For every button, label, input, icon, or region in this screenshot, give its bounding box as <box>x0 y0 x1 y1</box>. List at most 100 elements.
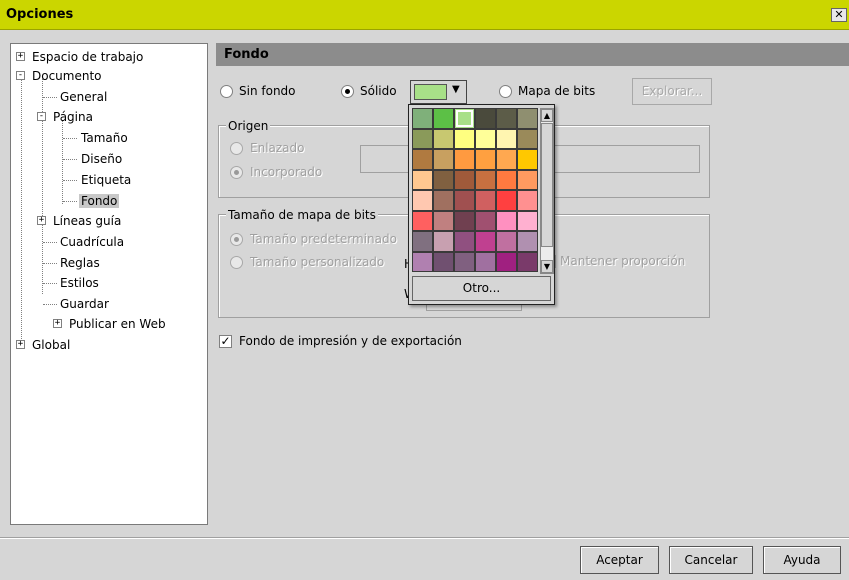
color-swatch-cell[interactable] <box>412 190 433 211</box>
color-swatch-cell[interactable] <box>433 190 454 211</box>
tree-item-documento[interactable]: - Documento <box>16 67 104 85</box>
tree-item-pagina[interactable]: - Página <box>37 108 95 126</box>
tree-item-cuadricula[interactable]: Cuadrícula <box>58 233 126 251</box>
tamano-personalizado-radio[interactable] <box>230 256 243 269</box>
color-swatch-cell[interactable] <box>517 231 538 252</box>
enlazado-radio[interactable] <box>230 142 243 155</box>
expand-icon[interactable]: + <box>53 319 62 328</box>
color-picker-button[interactable]: ▼ <box>410 80 467 104</box>
color-swatch-cell[interactable] <box>412 251 433 272</box>
color-swatch-cell[interactable] <box>475 149 496 170</box>
tree-connector <box>43 242 57 243</box>
color-swatch-cell[interactable] <box>496 190 517 211</box>
color-swatch-cell[interactable] <box>517 149 538 170</box>
tree-item-espacio-de-trabajo[interactable]: + Espacio de trabajo <box>16 48 145 66</box>
color-swatch-cell[interactable] <box>454 251 475 272</box>
fondo-impresion-checkbox[interactable]: ✓ <box>219 335 232 348</box>
color-grid <box>412 108 542 274</box>
palette-scrollbar[interactable]: ▲ ▼ <box>540 108 554 274</box>
color-swatch-cell[interactable] <box>412 149 433 170</box>
color-swatch-cell[interactable] <box>496 210 517 231</box>
color-swatch-cell[interactable] <box>475 169 496 190</box>
collapse-icon[interactable]: - <box>37 112 46 121</box>
tree-item-reglas[interactable]: Reglas <box>58 254 102 272</box>
color-swatch-cell[interactable] <box>433 251 454 272</box>
fondo-impresion-label: Fondo de impresión y de exportación <box>239 334 462 348</box>
color-swatch-cell[interactable] <box>517 190 538 211</box>
aceptar-button[interactable]: Aceptar <box>580 546 659 574</box>
color-swatch-cell[interactable] <box>412 108 433 129</box>
explorar-button[interactable]: Explorar... <box>632 78 712 105</box>
tree-item-lineas-guia[interactable]: + Líneas guía <box>37 212 123 230</box>
color-swatch-cell[interactable] <box>517 108 538 129</box>
tree-item-label: Espacio de trabajo <box>32 50 144 64</box>
mapa-de-bits-radio[interactable] <box>499 85 512 98</box>
tree-item-estilos[interactable]: Estilos <box>58 274 101 292</box>
color-swatch-cell[interactable] <box>475 108 496 129</box>
color-swatch-cell[interactable] <box>496 231 517 252</box>
color-swatch-cell[interactable] <box>433 231 454 252</box>
color-swatch-cell[interactable] <box>454 210 475 231</box>
color-swatch-cell[interactable] <box>496 169 517 190</box>
color-swatch-cell[interactable] <box>475 231 496 252</box>
scroll-thumb[interactable] <box>541 123 553 247</box>
color-swatch-cell[interactable] <box>475 210 496 231</box>
color-swatch-cell[interactable] <box>433 169 454 190</box>
color-swatch-cell[interactable] <box>496 128 517 149</box>
section-header: Fondo <box>216 43 849 66</box>
tree-connector <box>62 120 63 204</box>
cancelar-button[interactable]: Cancelar <box>669 546 753 574</box>
tree-item-general[interactable]: General <box>58 88 109 106</box>
color-swatch-cell[interactable] <box>454 149 475 170</box>
color-swatch-cell[interactable] <box>433 149 454 170</box>
solido-radio[interactable] <box>341 85 354 98</box>
tree-connector <box>63 159 77 160</box>
window-title: Opciones <box>6 7 74 22</box>
color-swatch-cell[interactable] <box>517 210 538 231</box>
color-swatch-cell[interactable] <box>412 169 433 190</box>
tree-item-guardar[interactable]: Guardar <box>58 295 111 313</box>
tree-item-global[interactable]: + Global <box>16 336 72 354</box>
color-swatch-cell[interactable] <box>517 251 538 272</box>
color-swatch-cell[interactable] <box>412 210 433 231</box>
collapse-icon[interactable]: - <box>16 71 25 80</box>
expand-icon[interactable]: + <box>16 340 25 349</box>
color-swatch-cell[interactable] <box>412 231 433 252</box>
tree-connector <box>43 97 57 98</box>
color-swatch-cell[interactable] <box>433 128 454 149</box>
color-swatch-cell[interactable] <box>454 169 475 190</box>
tree-item-tamano[interactable]: Tamaño <box>79 129 130 147</box>
color-swatch-cell[interactable] <box>475 251 496 272</box>
color-swatch-cell[interactable] <box>454 128 475 149</box>
color-swatch-cell[interactable] <box>454 108 475 129</box>
close-button[interactable]: ✕ <box>831 8 847 22</box>
color-swatch-cell[interactable] <box>433 210 454 231</box>
color-swatch-cell[interactable] <box>496 251 517 272</box>
tree-item-etiqueta[interactable]: Etiqueta <box>79 171 133 189</box>
expand-icon[interactable]: + <box>37 216 46 225</box>
incorporado-radio[interactable] <box>230 166 243 179</box>
color-swatch-cell[interactable] <box>496 108 517 129</box>
tree-item-fondo[interactable]: Fondo <box>79 192 120 210</box>
expand-icon[interactable]: + <box>16 52 25 61</box>
color-swatch-cell[interactable] <box>454 231 475 252</box>
color-swatch-cell[interactable] <box>475 128 496 149</box>
color-swatch-cell[interactable] <box>412 128 433 149</box>
ayuda-button[interactable]: Ayuda <box>763 546 841 574</box>
tamano-personalizado-label: Tamaño personalizado <box>250 255 385 269</box>
scroll-up-icon[interactable]: ▲ <box>541 109 553 122</box>
sin-fondo-radio[interactable] <box>220 85 233 98</box>
tamano-predeterminado-radio[interactable] <box>230 233 243 246</box>
tree-item-diseno[interactable]: Diseño <box>79 150 124 168</box>
color-swatch-cell[interactable] <box>496 149 517 170</box>
color-swatch-cell[interactable] <box>454 190 475 211</box>
color-swatch-cell[interactable] <box>433 108 454 129</box>
tree-item-publicar-en-web[interactable]: + Publicar en Web <box>53 315 168 333</box>
color-swatch-cell[interactable] <box>475 190 496 211</box>
tree-item-label: General <box>60 90 108 104</box>
color-swatch-cell[interactable] <box>517 128 538 149</box>
dropdown-arrow-icon: ▼ <box>452 84 460 95</box>
color-swatch-cell[interactable] <box>517 169 538 190</box>
otro-color-button[interactable]: Otro... <box>412 276 551 301</box>
scroll-down-icon[interactable]: ▼ <box>541 260 553 273</box>
